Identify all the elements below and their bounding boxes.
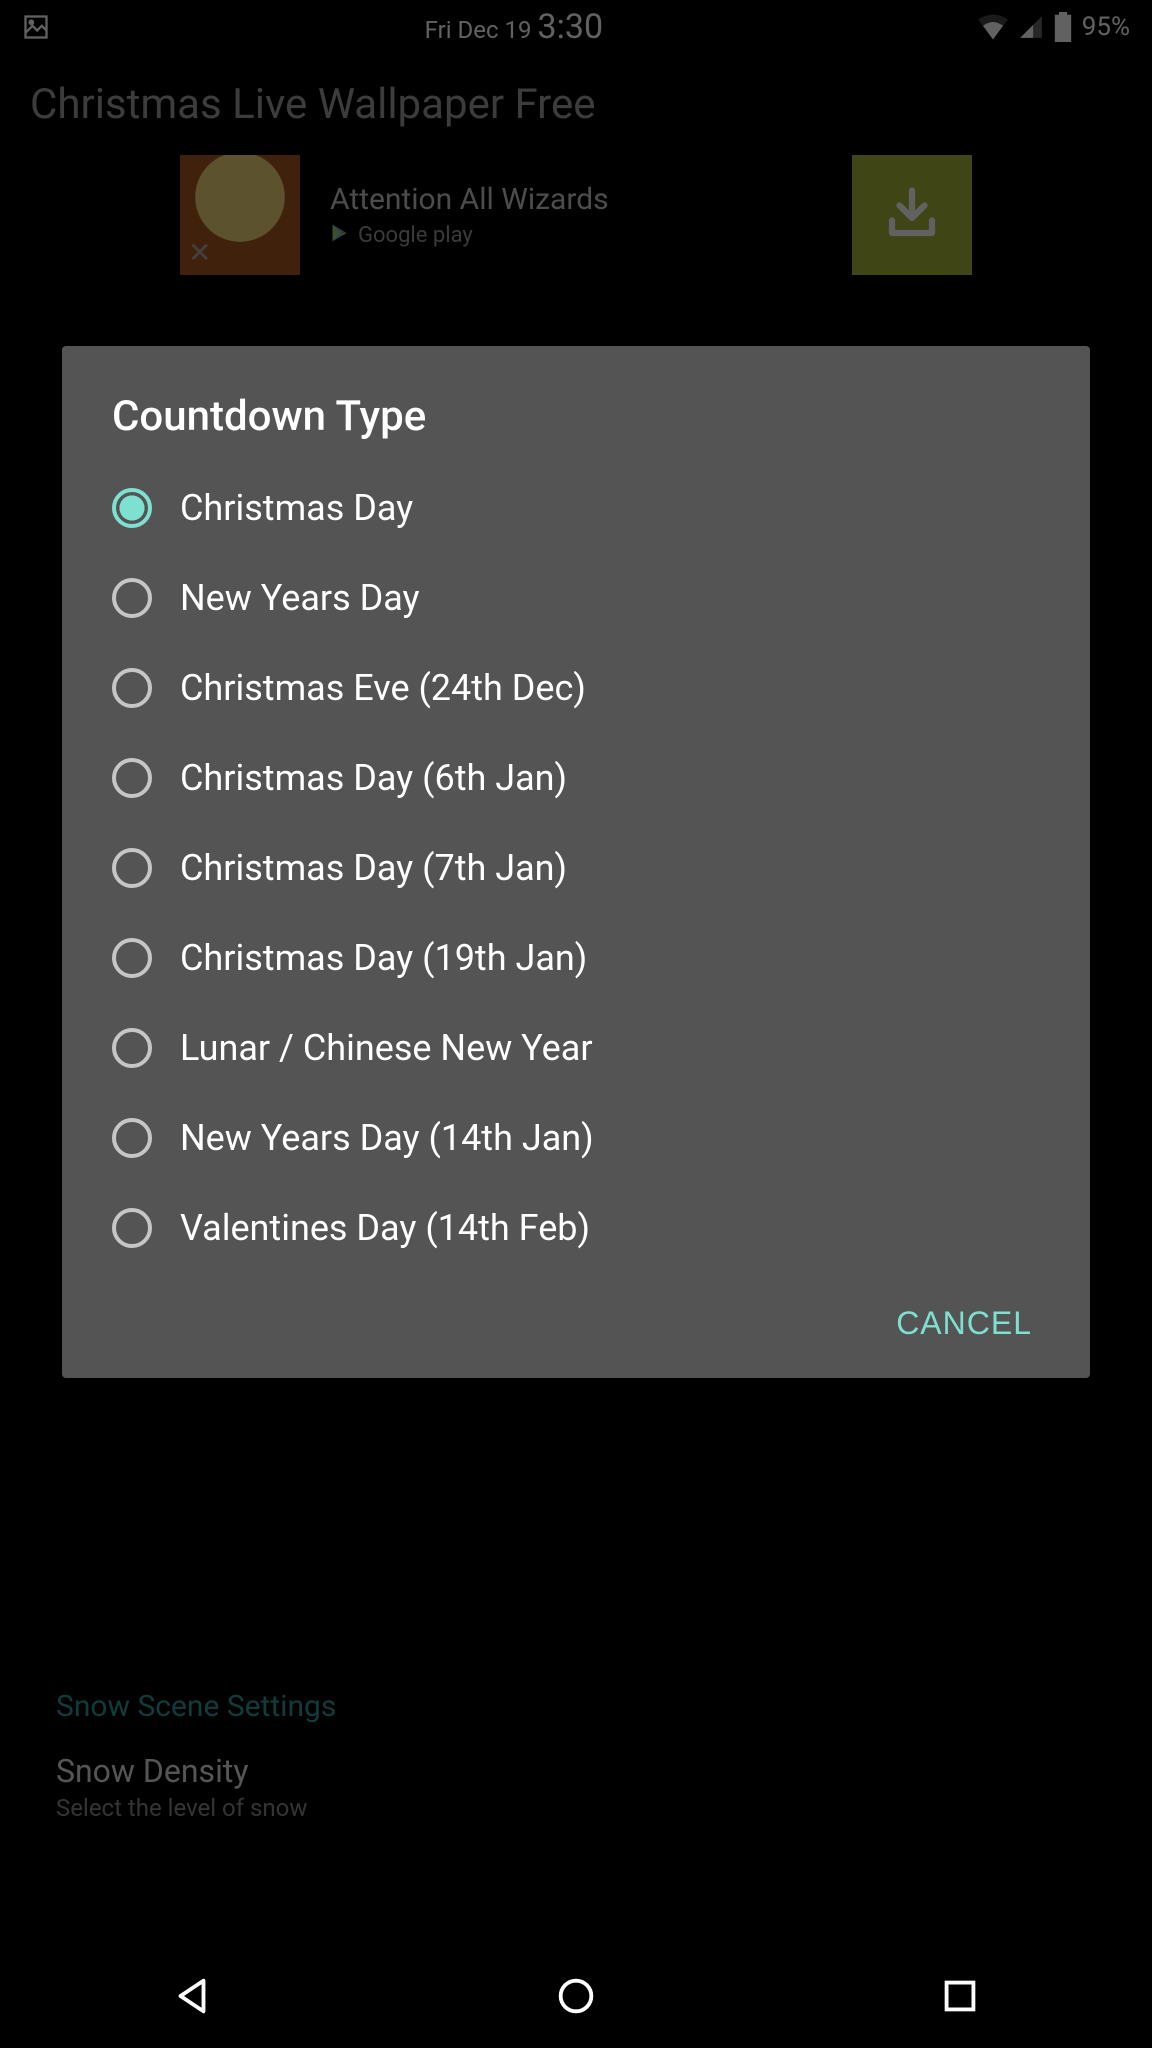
radio-indicator-icon bbox=[112, 1118, 152, 1158]
radio-indicator-icon bbox=[112, 938, 152, 978]
radio-option[interactable]: Christmas Eve (24th Dec) bbox=[112, 643, 1040, 733]
radio-label: Valentines Day (14th Feb) bbox=[180, 1207, 590, 1249]
countdown-type-dialog: Countdown Type Christmas Day New Years Da… bbox=[62, 346, 1090, 1378]
radio-option[interactable]: Valentines Day (14th Feb) bbox=[112, 1183, 1040, 1273]
radio-list: Christmas Day New Years Day Christmas Eve … bbox=[62, 463, 1090, 1283]
recent-apps-button[interactable] bbox=[937, 1973, 983, 2023]
radio-indicator-icon bbox=[112, 1028, 152, 1068]
back-button[interactable] bbox=[169, 1973, 215, 2023]
radio-option[interactable]: Christmas Day bbox=[112, 463, 1040, 553]
radio-indicator-icon bbox=[112, 668, 152, 708]
radio-label: Lunar / Chinese New Year bbox=[180, 1027, 593, 1069]
radio-label: Christmas Day (7th Jan) bbox=[180, 847, 567, 889]
dialog-title: Countdown Type bbox=[62, 382, 1090, 463]
cancel-button[interactable]: CANCEL bbox=[896, 1305, 1032, 1342]
radio-label: Christmas Day (6th Jan) bbox=[180, 757, 567, 799]
radio-label: Christmas Day (19th Jan) bbox=[180, 937, 587, 979]
home-button[interactable] bbox=[553, 1973, 599, 2023]
radio-option[interactable]: Christmas Day (7th Jan) bbox=[112, 823, 1040, 913]
radio-indicator-icon bbox=[112, 1208, 152, 1248]
radio-indicator-icon bbox=[112, 578, 152, 618]
radio-indicator-icon bbox=[112, 848, 152, 888]
radio-option[interactable]: Christmas Day (19th Jan) bbox=[112, 913, 1040, 1003]
radio-indicator-icon bbox=[112, 758, 152, 798]
radio-label: New Years Day (14th Jan) bbox=[180, 1117, 594, 1159]
radio-option[interactable]: New Years Day bbox=[112, 553, 1040, 643]
radio-label: Christmas Day bbox=[180, 487, 413, 529]
radio-indicator-icon bbox=[112, 488, 152, 528]
radio-label: New Years Day bbox=[180, 577, 420, 619]
navigation-bar bbox=[0, 1948, 1152, 2048]
radio-option[interactable]: Christmas Day (6th Jan) bbox=[112, 733, 1040, 823]
radio-option[interactable]: New Years Day (14th Jan) bbox=[112, 1093, 1040, 1183]
radio-option[interactable]: Lunar / Chinese New Year bbox=[112, 1003, 1040, 1093]
radio-label: Christmas Eve (24th Dec) bbox=[180, 667, 586, 709]
